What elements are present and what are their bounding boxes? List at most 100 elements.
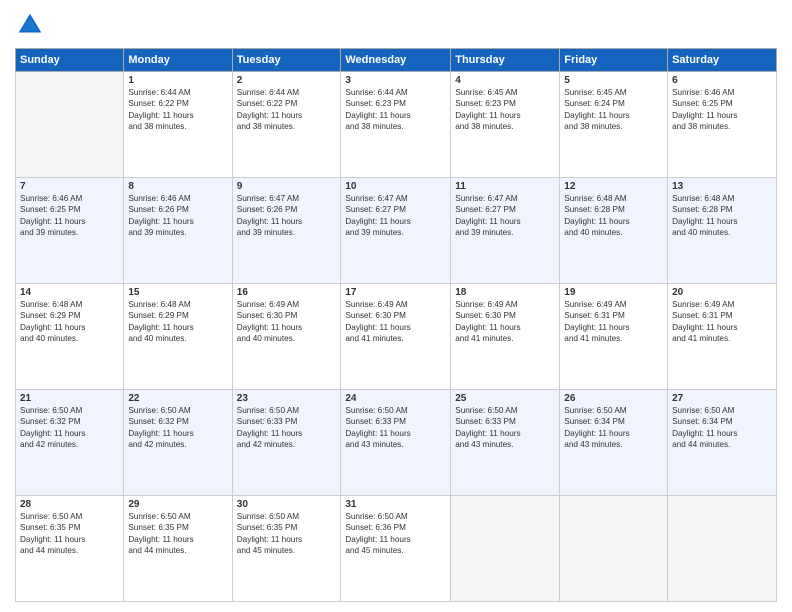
- day-content: Sunrise: 6:44 AM Sunset: 6:22 PM Dayligh…: [237, 87, 337, 133]
- day-content: Sunrise: 6:50 AM Sunset: 6:34 PM Dayligh…: [564, 405, 663, 451]
- calendar-cell: 16Sunrise: 6:49 AM Sunset: 6:30 PM Dayli…: [232, 284, 341, 390]
- day-number: 28: [20, 499, 119, 510]
- calendar-cell: 28Sunrise: 6:50 AM Sunset: 6:35 PM Dayli…: [16, 496, 124, 602]
- day-number: 4: [455, 75, 555, 86]
- calendar-cell: 17Sunrise: 6:49 AM Sunset: 6:30 PM Dayli…: [341, 284, 451, 390]
- day-content: Sunrise: 6:50 AM Sunset: 6:32 PM Dayligh…: [128, 405, 227, 451]
- day-content: Sunrise: 6:50 AM Sunset: 6:33 PM Dayligh…: [237, 405, 337, 451]
- day-content: Sunrise: 6:50 AM Sunset: 6:35 PM Dayligh…: [237, 511, 337, 557]
- col-header-tuesday: Tuesday: [232, 49, 341, 72]
- day-number: 6: [672, 75, 772, 86]
- calendar-cell: 21Sunrise: 6:50 AM Sunset: 6:32 PM Dayli…: [16, 390, 124, 496]
- calendar-cell: 18Sunrise: 6:49 AM Sunset: 6:30 PM Dayli…: [451, 284, 560, 390]
- day-content: Sunrise: 6:50 AM Sunset: 6:34 PM Dayligh…: [672, 405, 772, 451]
- day-content: Sunrise: 6:47 AM Sunset: 6:27 PM Dayligh…: [455, 193, 555, 239]
- day-content: Sunrise: 6:44 AM Sunset: 6:23 PM Dayligh…: [345, 87, 446, 133]
- day-number: 5: [564, 75, 663, 86]
- calendar-cell: [668, 496, 777, 602]
- calendar-cell: 12Sunrise: 6:48 AM Sunset: 6:28 PM Dayli…: [560, 178, 668, 284]
- day-content: Sunrise: 6:47 AM Sunset: 6:26 PM Dayligh…: [237, 193, 337, 239]
- day-content: Sunrise: 6:50 AM Sunset: 6:36 PM Dayligh…: [345, 511, 446, 557]
- calendar-cell: [16, 72, 124, 178]
- day-number: 22: [128, 393, 227, 404]
- day-number: 16: [237, 287, 337, 298]
- day-content: Sunrise: 6:50 AM Sunset: 6:33 PM Dayligh…: [455, 405, 555, 451]
- col-header-monday: Monday: [124, 49, 232, 72]
- week-row-1: 1Sunrise: 6:44 AM Sunset: 6:22 PM Daylig…: [16, 72, 777, 178]
- day-content: Sunrise: 6:50 AM Sunset: 6:32 PM Dayligh…: [20, 405, 119, 451]
- calendar-cell: 13Sunrise: 6:48 AM Sunset: 6:28 PM Dayli…: [668, 178, 777, 284]
- day-content: Sunrise: 6:46 AM Sunset: 6:26 PM Dayligh…: [128, 193, 227, 239]
- calendar-cell: 22Sunrise: 6:50 AM Sunset: 6:32 PM Dayli…: [124, 390, 232, 496]
- week-row-5: 28Sunrise: 6:50 AM Sunset: 6:35 PM Dayli…: [16, 496, 777, 602]
- day-number: 25: [455, 393, 555, 404]
- calendar-cell: [560, 496, 668, 602]
- logo: [15, 10, 47, 40]
- calendar-cell: 30Sunrise: 6:50 AM Sunset: 6:35 PM Dayli…: [232, 496, 341, 602]
- calendar-cell: 8Sunrise: 6:46 AM Sunset: 6:26 PM Daylig…: [124, 178, 232, 284]
- day-number: 20: [672, 287, 772, 298]
- day-content: Sunrise: 6:46 AM Sunset: 6:25 PM Dayligh…: [672, 87, 772, 133]
- day-number: 26: [564, 393, 663, 404]
- day-content: Sunrise: 6:49 AM Sunset: 6:30 PM Dayligh…: [455, 299, 555, 345]
- day-number: 14: [20, 287, 119, 298]
- page: SundayMondayTuesdayWednesdayThursdayFrid…: [0, 0, 792, 612]
- day-number: 18: [455, 287, 555, 298]
- day-number: 29: [128, 499, 227, 510]
- col-header-sunday: Sunday: [16, 49, 124, 72]
- day-content: Sunrise: 6:49 AM Sunset: 6:30 PM Dayligh…: [237, 299, 337, 345]
- day-number: 3: [345, 75, 446, 86]
- calendar-cell: 1Sunrise: 6:44 AM Sunset: 6:22 PM Daylig…: [124, 72, 232, 178]
- day-content: Sunrise: 6:49 AM Sunset: 6:31 PM Dayligh…: [672, 299, 772, 345]
- col-header-saturday: Saturday: [668, 49, 777, 72]
- col-header-friday: Friday: [560, 49, 668, 72]
- calendar-cell: 29Sunrise: 6:50 AM Sunset: 6:35 PM Dayli…: [124, 496, 232, 602]
- calendar-cell: 10Sunrise: 6:47 AM Sunset: 6:27 PM Dayli…: [341, 178, 451, 284]
- calendar-cell: 24Sunrise: 6:50 AM Sunset: 6:33 PM Dayli…: [341, 390, 451, 496]
- calendar-cell: 9Sunrise: 6:47 AM Sunset: 6:26 PM Daylig…: [232, 178, 341, 284]
- day-number: 30: [237, 499, 337, 510]
- week-row-4: 21Sunrise: 6:50 AM Sunset: 6:32 PM Dayli…: [16, 390, 777, 496]
- calendar-cell: 3Sunrise: 6:44 AM Sunset: 6:23 PM Daylig…: [341, 72, 451, 178]
- calendar-cell: 15Sunrise: 6:48 AM Sunset: 6:29 PM Dayli…: [124, 284, 232, 390]
- day-content: Sunrise: 6:48 AM Sunset: 6:28 PM Dayligh…: [564, 193, 663, 239]
- calendar-cell: 14Sunrise: 6:48 AM Sunset: 6:29 PM Dayli…: [16, 284, 124, 390]
- day-content: Sunrise: 6:48 AM Sunset: 6:29 PM Dayligh…: [20, 299, 119, 345]
- day-content: Sunrise: 6:50 AM Sunset: 6:35 PM Dayligh…: [20, 511, 119, 557]
- week-row-3: 14Sunrise: 6:48 AM Sunset: 6:29 PM Dayli…: [16, 284, 777, 390]
- day-content: Sunrise: 6:44 AM Sunset: 6:22 PM Dayligh…: [128, 87, 227, 133]
- calendar-cell: 26Sunrise: 6:50 AM Sunset: 6:34 PM Dayli…: [560, 390, 668, 496]
- day-number: 17: [345, 287, 446, 298]
- day-content: Sunrise: 6:45 AM Sunset: 6:23 PM Dayligh…: [455, 87, 555, 133]
- logo-icon: [15, 10, 45, 40]
- col-header-thursday: Thursday: [451, 49, 560, 72]
- calendar-cell: 7Sunrise: 6:46 AM Sunset: 6:25 PM Daylig…: [16, 178, 124, 284]
- day-content: Sunrise: 6:46 AM Sunset: 6:25 PM Dayligh…: [20, 193, 119, 239]
- calendar-body: 1Sunrise: 6:44 AM Sunset: 6:22 PM Daylig…: [16, 72, 777, 602]
- day-content: Sunrise: 6:50 AM Sunset: 6:35 PM Dayligh…: [128, 511, 227, 557]
- calendar-cell: 25Sunrise: 6:50 AM Sunset: 6:33 PM Dayli…: [451, 390, 560, 496]
- day-number: 12: [564, 181, 663, 192]
- calendar-cell: 31Sunrise: 6:50 AM Sunset: 6:36 PM Dayli…: [341, 496, 451, 602]
- day-number: 31: [345, 499, 446, 510]
- calendar-cell: 4Sunrise: 6:45 AM Sunset: 6:23 PM Daylig…: [451, 72, 560, 178]
- day-content: Sunrise: 6:49 AM Sunset: 6:31 PM Dayligh…: [564, 299, 663, 345]
- day-content: Sunrise: 6:48 AM Sunset: 6:29 PM Dayligh…: [128, 299, 227, 345]
- calendar-cell: 20Sunrise: 6:49 AM Sunset: 6:31 PM Dayli…: [668, 284, 777, 390]
- day-number: 23: [237, 393, 337, 404]
- column-headers: SundayMondayTuesdayWednesdayThursdayFrid…: [16, 49, 777, 72]
- calendar-table: SundayMondayTuesdayWednesdayThursdayFrid…: [15, 48, 777, 602]
- header: [15, 10, 777, 40]
- col-header-wednesday: Wednesday: [341, 49, 451, 72]
- day-number: 8: [128, 181, 227, 192]
- day-number: 11: [455, 181, 555, 192]
- day-content: Sunrise: 6:49 AM Sunset: 6:30 PM Dayligh…: [345, 299, 446, 345]
- calendar-cell: 2Sunrise: 6:44 AM Sunset: 6:22 PM Daylig…: [232, 72, 341, 178]
- day-number: 2: [237, 75, 337, 86]
- day-number: 27: [672, 393, 772, 404]
- day-number: 24: [345, 393, 446, 404]
- day-content: Sunrise: 6:47 AM Sunset: 6:27 PM Dayligh…: [345, 193, 446, 239]
- calendar-cell: 19Sunrise: 6:49 AM Sunset: 6:31 PM Dayli…: [560, 284, 668, 390]
- calendar-cell: 6Sunrise: 6:46 AM Sunset: 6:25 PM Daylig…: [668, 72, 777, 178]
- week-row-2: 7Sunrise: 6:46 AM Sunset: 6:25 PM Daylig…: [16, 178, 777, 284]
